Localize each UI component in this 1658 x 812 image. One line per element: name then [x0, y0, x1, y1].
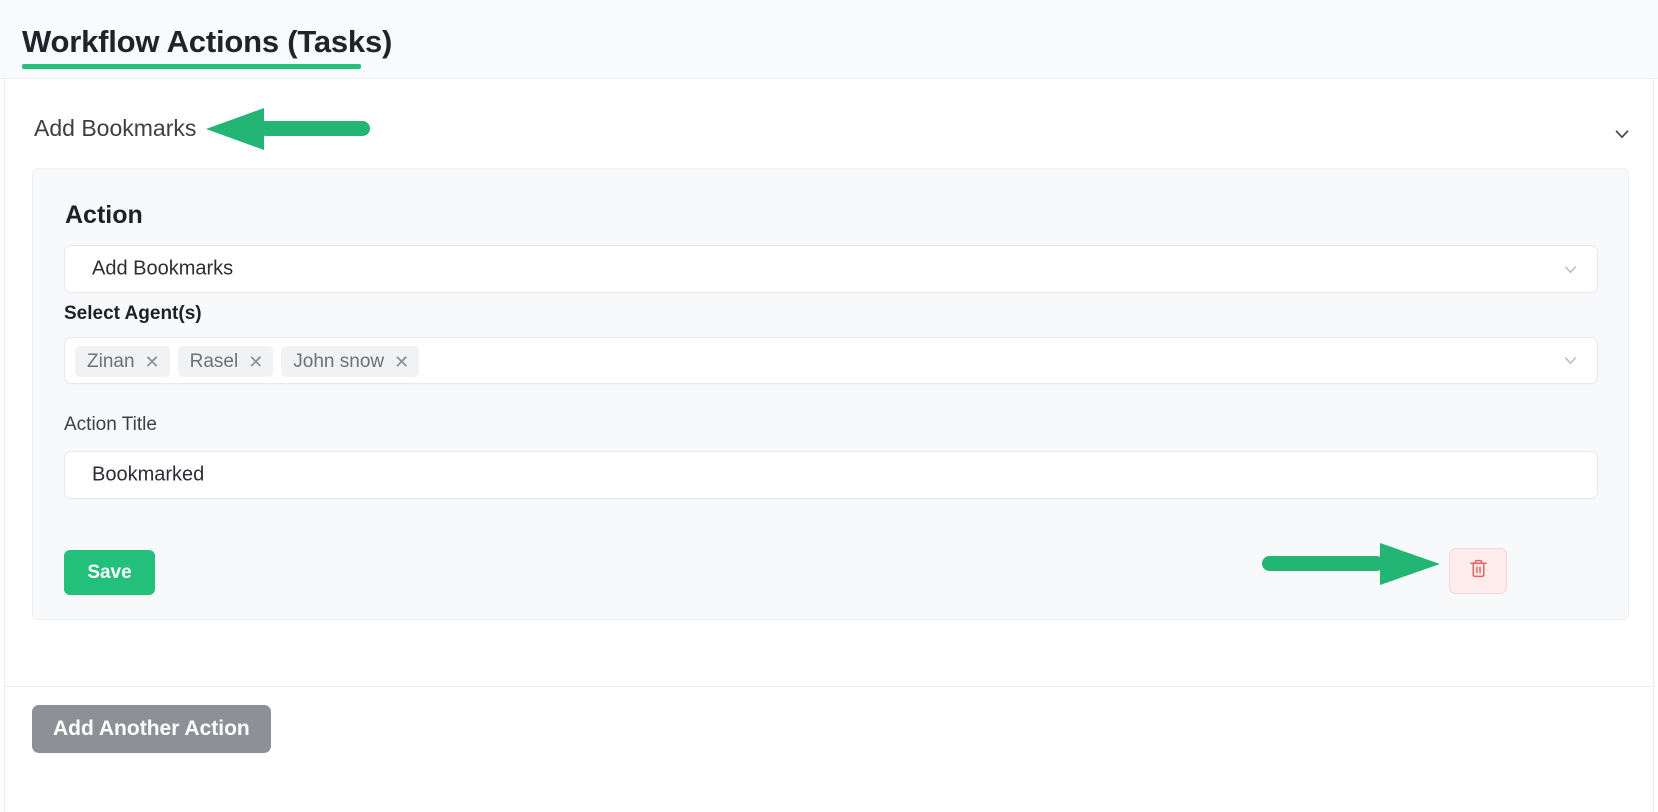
agent-tag[interactable]: John snow ✕	[281, 346, 420, 377]
trash-icon	[1468, 558, 1489, 584]
action-type-select[interactable]: Add Bookmarks	[64, 245, 1598, 293]
action-card: Action Add Bookmarks Select Agent(s) Zin…	[32, 168, 1629, 620]
select-agents-label: Select Agent(s)	[64, 303, 202, 324]
chevron-down-icon[interactable]	[1609, 121, 1635, 147]
add-another-action-button[interactable]: Add Another Action	[32, 705, 271, 753]
select-agents-input[interactable]: Zinan ✕ Rasel ✕ John snow ✕	[64, 337, 1598, 384]
action-title-value: Bookmarked	[92, 463, 205, 486]
close-icon[interactable]: ✕	[394, 353, 409, 371]
page-title: Workflow Actions (Tasks)	[22, 24, 393, 59]
action-title-label: Action Title	[64, 414, 157, 435]
workflow-actions-page: Workflow Actions (Tasks) Add Bookmarks A…	[0, 0, 1658, 812]
action-title-input[interactable]: Bookmarked	[64, 451, 1598, 499]
agent-tag[interactable]: Rasel ✕	[177, 346, 274, 377]
save-button[interactable]: Save	[64, 550, 155, 595]
section-divider	[5, 686, 1653, 687]
accordion-title: Add Bookmarks	[34, 115, 197, 141]
card-heading: Action	[65, 201, 143, 229]
main-panel: Add Bookmarks Action Add Bookmarks Selec…	[4, 79, 1654, 812]
title-underline	[22, 64, 361, 69]
agent-tag-label: John snow	[293, 350, 385, 372]
close-icon[interactable]: ✕	[145, 353, 160, 371]
agent-tag[interactable]: Zinan ✕	[75, 346, 170, 377]
agent-tag-label: Rasel	[189, 350, 239, 372]
agent-tag-label: Zinan	[87, 350, 135, 372]
action-type-value: Add Bookmarks	[92, 257, 234, 280]
chevron-down-icon[interactable]	[1559, 258, 1581, 280]
accordion-header-add-bookmarks[interactable]: Add Bookmarks	[5, 101, 1653, 163]
chevron-down-icon[interactable]	[1559, 350, 1581, 372]
agent-tag-list: Zinan ✕ Rasel ✕ John snow ✕	[75, 346, 420, 377]
close-icon[interactable]: ✕	[248, 353, 263, 371]
title-bar: Workflow Actions (Tasks)	[0, 0, 1658, 79]
delete-action-button[interactable]	[1449, 548, 1507, 594]
